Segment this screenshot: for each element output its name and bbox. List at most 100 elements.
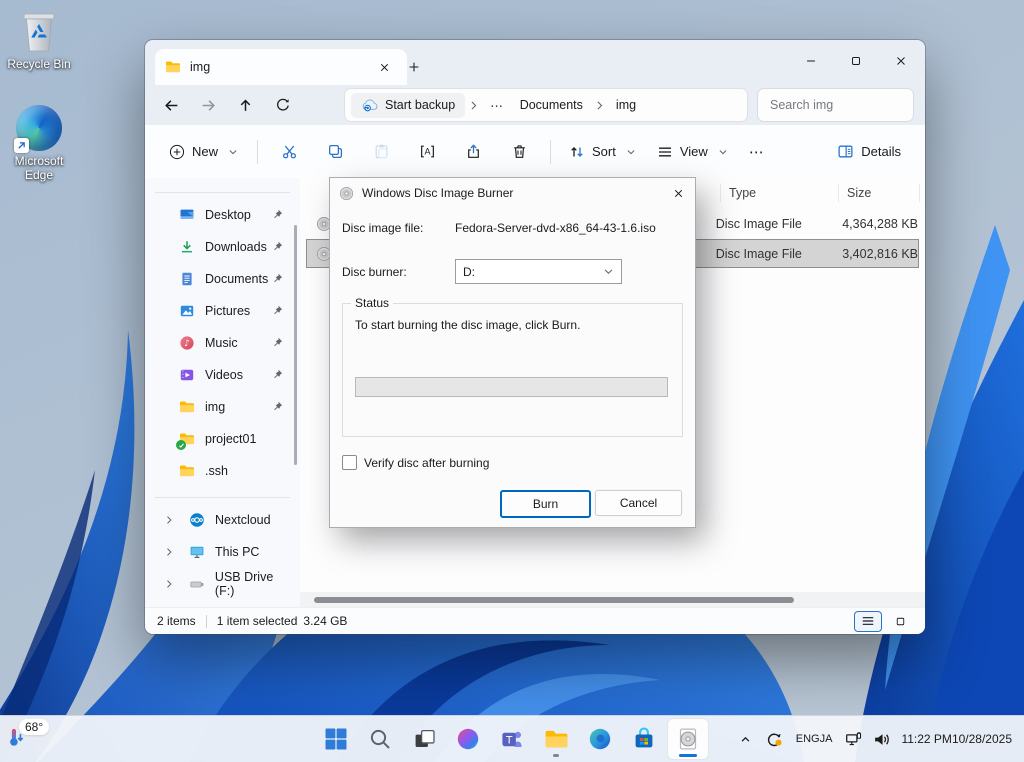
- cut-button[interactable]: [266, 134, 312, 170]
- dialog-close-icon[interactable]: [661, 178, 695, 208]
- sidebar-label: Desktop: [205, 208, 251, 222]
- sidebar-item-nextcloud[interactable]: Nextcloud: [159, 504, 296, 536]
- file-size: 3,402,816 KB: [833, 247, 918, 261]
- file-explorer-button[interactable]: [536, 719, 576, 759]
- sidebar-scrollbar[interactable]: [294, 225, 297, 465]
- sidebar-item-music[interactable]: Music: [149, 327, 296, 359]
- desktop-icon-recycle-bin[interactable]: Recycle Bin: [0, 8, 78, 71]
- view-button[interactable]: View: [647, 134, 739, 170]
- chevron-right-icon[interactable]: [159, 578, 179, 590]
- sidebar-item-downloads[interactable]: Downloads: [149, 231, 296, 263]
- copilot-button[interactable]: [448, 719, 488, 759]
- sidebar-item-documents[interactable]: Documents: [149, 263, 296, 295]
- status-divider: [206, 615, 207, 628]
- delete-button[interactable]: [496, 134, 542, 170]
- tray-chevron-up-icon[interactable]: [733, 721, 759, 757]
- disc-burner-value: D:: [463, 265, 475, 279]
- minimize-button[interactable]: [788, 40, 833, 82]
- network-icon[interactable]: [839, 721, 867, 757]
- new-button[interactable]: New: [159, 134, 249, 170]
- language-secondary: JA: [820, 733, 833, 746]
- new-label: New: [192, 144, 218, 159]
- rename-button[interactable]: [404, 134, 450, 170]
- column-header-size[interactable]: Size: [839, 184, 920, 202]
- refresh-icon[interactable]: [264, 89, 301, 121]
- verify-disc-checkbox-row[interactable]: Verify disc after burning: [342, 455, 489, 470]
- burn-progress-bar: [355, 377, 668, 397]
- breadcrumb: Start backup ⋯ Documents img: [345, 89, 747, 121]
- language-indicator[interactable]: ENG JA: [789, 721, 840, 757]
- volume-icon[interactable]: [867, 721, 895, 757]
- horizontal-scrollbar-thumb[interactable]: [314, 597, 794, 603]
- disc-image-file-label: Disc image file:: [342, 221, 455, 235]
- chevron-right-icon[interactable]: [159, 514, 179, 526]
- disc-image-file-row: Disc image file: Fedora-Server-dvd-x86_6…: [342, 221, 683, 235]
- store-button[interactable]: [624, 719, 664, 759]
- pin-icon: [271, 272, 284, 285]
- close-button[interactable]: [878, 40, 923, 82]
- search-input[interactable]: [758, 98, 925, 112]
- shortcut-arrow-icon: [14, 138, 29, 153]
- sidebar-item-usb-drive[interactable]: USB Drive (F:): [159, 568, 296, 600]
- breadcrumb-chevron-icon: [591, 99, 608, 112]
- recycle-bin-icon: [17, 8, 61, 54]
- disc-burner-select[interactable]: D:: [455, 259, 622, 284]
- maximize-button[interactable]: [833, 40, 878, 82]
- start-backup-button[interactable]: Start backup: [351, 93, 465, 118]
- start-button[interactable]: [316, 719, 356, 759]
- folder-icon: [544, 727, 569, 752]
- paste-button[interactable]: [358, 134, 404, 170]
- sidebar-item-pictures[interactable]: Pictures: [149, 295, 296, 327]
- new-tab-button[interactable]: [401, 54, 427, 80]
- burn-button[interactable]: Burn: [500, 490, 591, 518]
- update-pending-icon[interactable]: [759, 721, 789, 757]
- command-bar: New Sort View ⋯ Details: [145, 125, 925, 179]
- taskbar-search-button[interactable]: [360, 719, 400, 759]
- documents-icon: [179, 271, 195, 287]
- running-indicator: [553, 754, 559, 757]
- teams-button[interactable]: [492, 719, 532, 759]
- sort-button[interactable]: Sort: [559, 134, 647, 170]
- cancel-button[interactable]: Cancel: [595, 490, 682, 516]
- tab-close-icon[interactable]: [371, 54, 397, 80]
- copy-button[interactable]: [312, 134, 358, 170]
- share-button[interactable]: [450, 134, 496, 170]
- breadcrumb-documents[interactable]: Documents: [512, 98, 591, 112]
- tab-img[interactable]: img: [155, 49, 407, 85]
- back-icon[interactable]: [153, 89, 190, 121]
- up-icon[interactable]: [227, 89, 264, 121]
- more-options-button[interactable]: ⋯: [739, 134, 775, 170]
- breadcrumb-ellipsis[interactable]: ⋯: [482, 98, 512, 113]
- details-pane-button[interactable]: Details: [827, 134, 911, 170]
- toolbar-divider: [550, 140, 551, 164]
- folder-icon: [165, 59, 181, 75]
- status-group-label: Status: [351, 296, 393, 310]
- weather-widget[interactable]: 68°: [0, 716, 64, 762]
- sidebar-item-img[interactable]: img: [149, 391, 296, 423]
- desktop-icon-microsoft-edge[interactable]: Microsoft Edge: [0, 105, 78, 182]
- sidebar-item-this-pc[interactable]: This PC: [159, 536, 296, 568]
- breadcrumb-img[interactable]: img: [608, 98, 644, 112]
- selection-count: 1 item selected: [217, 614, 298, 628]
- desktop-icon: [179, 207, 195, 223]
- search-box: [758, 89, 913, 121]
- chevron-right-icon[interactable]: [159, 546, 179, 558]
- edge-button[interactable]: [580, 719, 620, 759]
- clock[interactable]: 11:22 PM 10/28/2025: [895, 721, 1020, 757]
- disc-burner-app-button[interactable]: [668, 719, 708, 759]
- sidebar-item-desktop[interactable]: Desktop: [149, 199, 296, 231]
- chevron-down-icon: [717, 146, 729, 158]
- thumbnail-view-toggle[interactable]: [887, 612, 913, 631]
- sidebar-item-videos[interactable]: Videos: [149, 359, 296, 391]
- sidebar-item-project01[interactable]: project01: [149, 423, 296, 455]
- folder-icon: [179, 463, 195, 479]
- file-type: Disc Image File: [716, 247, 833, 261]
- forward-icon[interactable]: [190, 89, 227, 121]
- task-view-button[interactable]: [404, 719, 444, 759]
- column-header-type[interactable]: Type: [721, 184, 839, 202]
- verify-disc-checkbox[interactable]: [342, 455, 357, 470]
- details-view-toggle[interactable]: [855, 612, 881, 631]
- sidebar-divider: [155, 497, 290, 498]
- dialog-title-bar[interactable]: Windows Disc Image Burner: [330, 178, 695, 208]
- sidebar-item-ssh[interactable]: .ssh: [149, 455, 296, 487]
